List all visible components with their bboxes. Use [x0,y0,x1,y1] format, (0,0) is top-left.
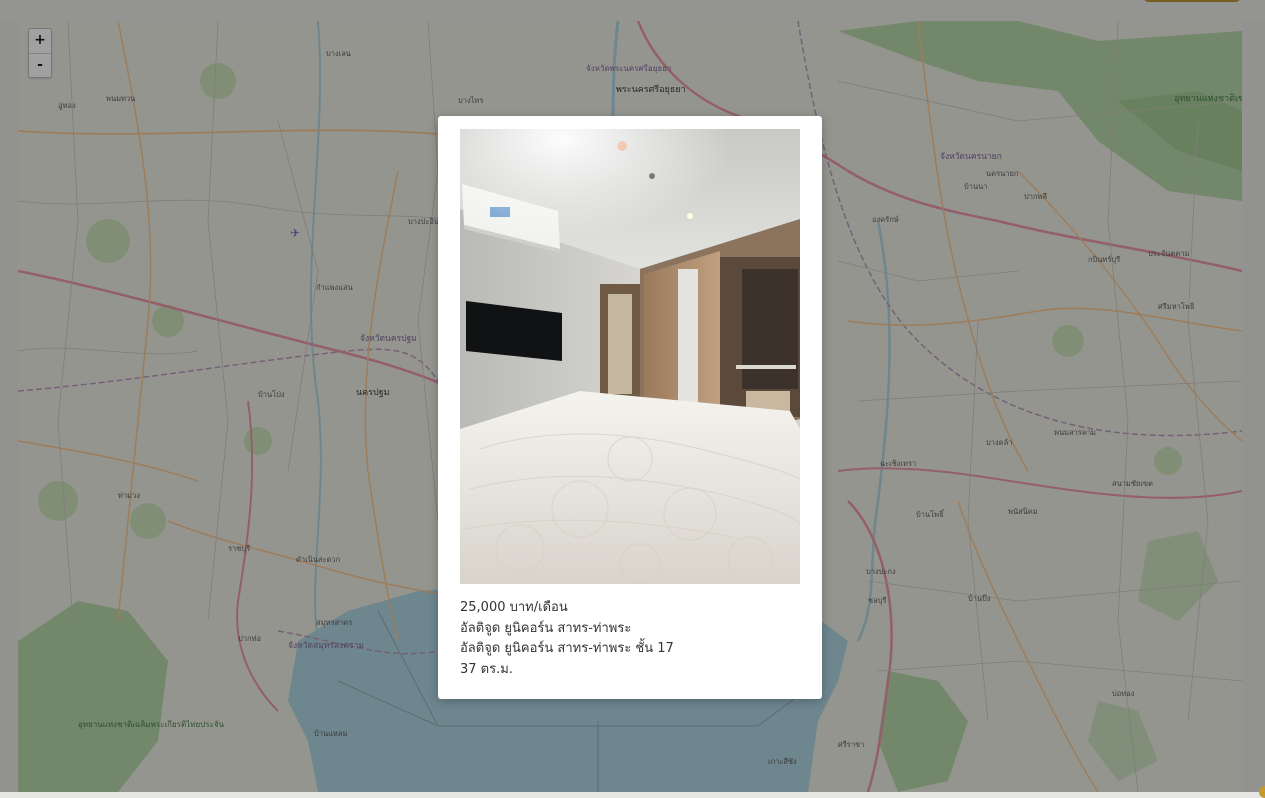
listing-unit-detail: อัลติจูด ยูนิคอร์น สาทร-ท่าพระ ชั้น 17 [460,641,674,656]
listing-info: 25,000 บาท/เดือน อัลติจูด ยูนิคอร์น สาทร… [460,598,800,680]
listing-price: 25,000 บาท/เดือน [460,600,568,615]
listing-popup: 25,000 บาท/เดือน อัลติจูด ยูนิคอร์น สาทร… [438,116,822,699]
listing-area: 37 ตร.ม. [460,661,513,677]
corner-badge[interactable] [1259,786,1265,798]
listing-photo[interactable] [460,129,800,584]
bedroom-photo [460,129,800,584]
listing-project-name: อัลติจูด ยูนิคอร์น สาทร-ท่าพระ [460,620,632,636]
